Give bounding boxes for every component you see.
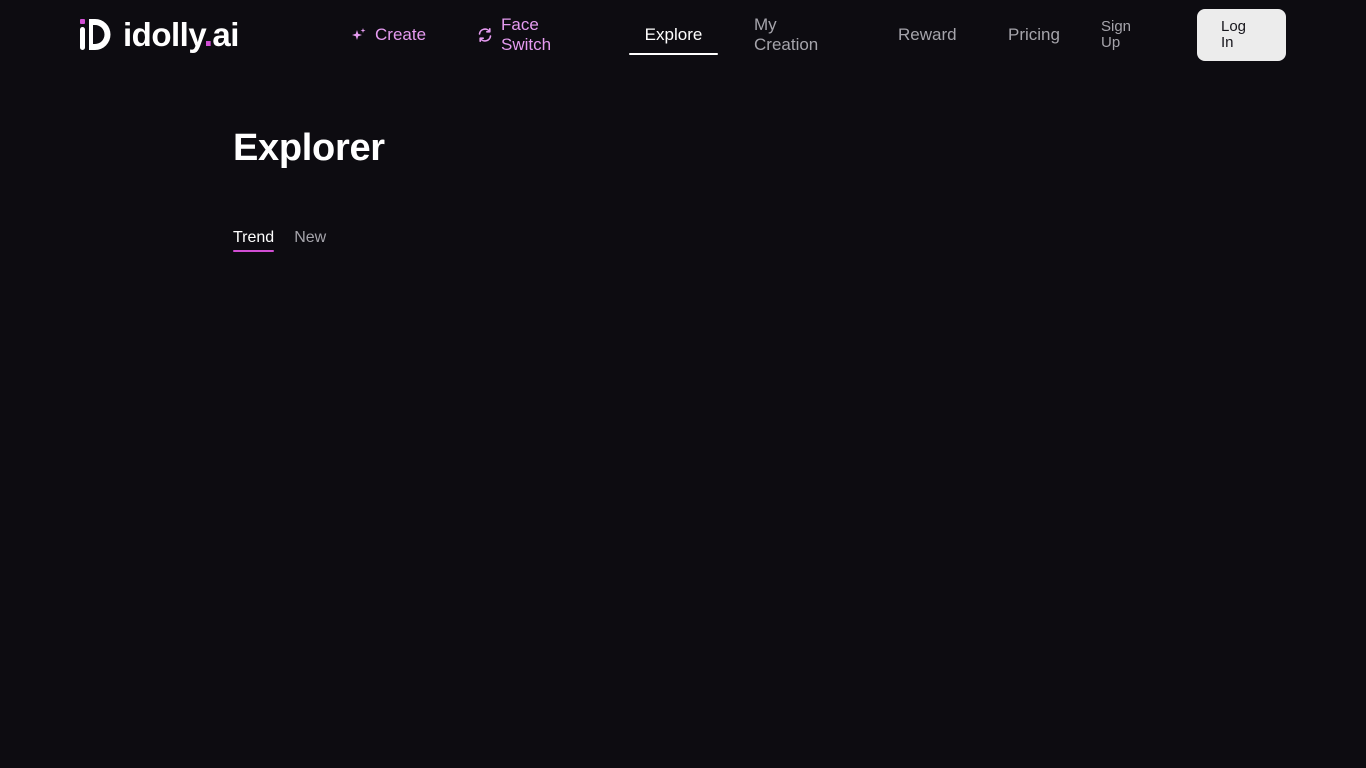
login-button-label: Log In [1221, 18, 1247, 51]
refresh-icon [477, 27, 493, 43]
brand-logo[interactable]: idolly.ai [80, 16, 239, 52]
sparkle-icon [351, 27, 367, 43]
brand-wordmark: idolly.ai [123, 15, 239, 53]
nav-pricing[interactable]: Pricing [1008, 0, 1060, 70]
page-title: Explorer [233, 127, 385, 169]
tab-new[interactable]: New [294, 228, 326, 250]
nav-my-creation-label: My Creation [754, 15, 819, 54]
sign-up-link[interactable]: Sign Up [1101, 0, 1135, 70]
nav-pricing-label: Pricing [1008, 25, 1060, 44]
login-button[interactable]: Log In [1197, 9, 1286, 61]
nav-explore-label: Explore [644, 25, 703, 44]
nav-reward-label: Reward [898, 25, 957, 44]
nav-create-label: Create [375, 25, 427, 44]
nav-create[interactable]: Create [351, 0, 426, 70]
explore-tabs: Trend New [233, 228, 326, 252]
nav-reward[interactable]: Reward [898, 0, 957, 70]
nav-face-switch[interactable]: Face Switch [477, 0, 561, 70]
idolly-logo-icon [80, 18, 111, 50]
page: idolly.ai Create Face Switch Explore My … [0, 0, 1366, 768]
nav-face-switch-label: Face Switch [501, 15, 552, 54]
tab-trend[interactable]: Trend [233, 228, 275, 252]
nav-explore[interactable]: Explore [629, 0, 718, 70]
sign-up-label: Sign Up [1101, 18, 1132, 51]
nav-my-creation[interactable]: My Creation [754, 0, 824, 70]
